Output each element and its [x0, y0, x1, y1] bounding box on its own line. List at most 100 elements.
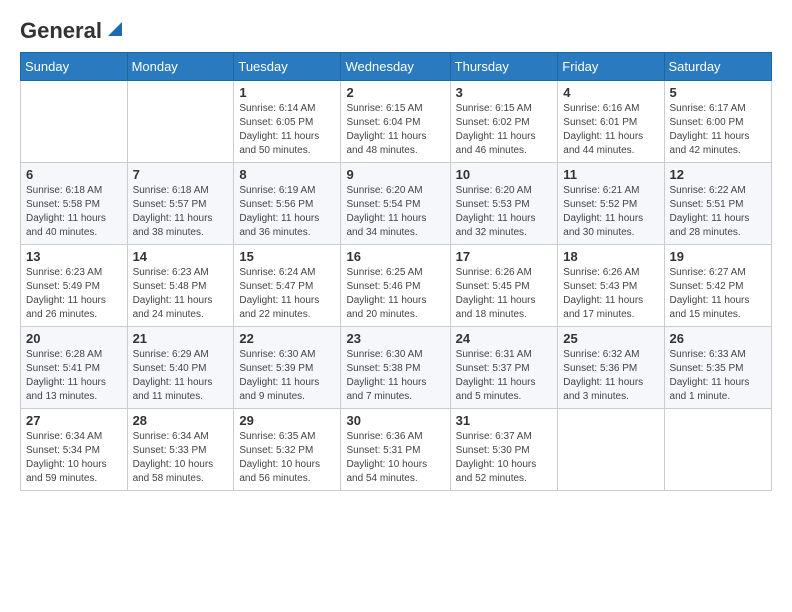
day-number: 30: [346, 413, 444, 428]
cell-content: Sunrise: 6:26 AM Sunset: 5:45 PM Dayligh…: [456, 266, 553, 322]
day-number: 19: [670, 249, 766, 264]
cell-content: Sunrise: 6:30 AM Sunset: 5:39 PM Dayligh…: [239, 348, 335, 404]
cell-content: Sunrise: 6:34 AM Sunset: 5:33 PM Dayligh…: [133, 430, 229, 486]
calendar-week-row: 6 Sunrise: 6:18 AM Sunset: 5:58 PM Dayli…: [21, 163, 772, 245]
calendar-week-row: 27 Sunrise: 6:34 AM Sunset: 5:34 PM Dayl…: [21, 409, 772, 491]
cell-content: Sunrise: 6:23 AM Sunset: 5:49 PM Dayligh…: [26, 266, 122, 322]
calendar-cell: 1 Sunrise: 6:14 AM Sunset: 6:05 PM Dayli…: [234, 81, 341, 163]
calendar-week-row: 1 Sunrise: 6:14 AM Sunset: 6:05 PM Dayli…: [21, 81, 772, 163]
calendar-day-header: Monday: [127, 53, 234, 81]
cell-content: Sunrise: 6:22 AM Sunset: 5:51 PM Dayligh…: [670, 184, 766, 240]
calendar-cell: 24 Sunrise: 6:31 AM Sunset: 5:37 PM Dayl…: [450, 327, 558, 409]
calendar-week-row: 13 Sunrise: 6:23 AM Sunset: 5:49 PM Dayl…: [21, 245, 772, 327]
calendar-cell: 26 Sunrise: 6:33 AM Sunset: 5:35 PM Dayl…: [664, 327, 771, 409]
day-number: 9: [346, 167, 444, 182]
page-header: General: [20, 20, 772, 42]
cell-content: Sunrise: 6:32 AM Sunset: 5:36 PM Dayligh…: [563, 348, 658, 404]
calendar-cell: 20 Sunrise: 6:28 AM Sunset: 5:41 PM Dayl…: [21, 327, 128, 409]
day-number: 31: [456, 413, 553, 428]
calendar-cell: 27 Sunrise: 6:34 AM Sunset: 5:34 PM Dayl…: [21, 409, 128, 491]
day-number: 27: [26, 413, 122, 428]
logo-general: General: [20, 20, 102, 42]
calendar-day-header: Thursday: [450, 53, 558, 81]
day-number: 29: [239, 413, 335, 428]
calendar-table: SundayMondayTuesdayWednesdayThursdayFrid…: [20, 52, 772, 491]
cell-content: Sunrise: 6:33 AM Sunset: 5:35 PM Dayligh…: [670, 348, 766, 404]
cell-content: Sunrise: 6:31 AM Sunset: 5:37 PM Dayligh…: [456, 348, 553, 404]
day-number: 25: [563, 331, 658, 346]
day-number: 20: [26, 331, 122, 346]
day-number: 2: [346, 85, 444, 100]
day-number: 10: [456, 167, 553, 182]
day-number: 6: [26, 167, 122, 182]
cell-content: Sunrise: 6:35 AM Sunset: 5:32 PM Dayligh…: [239, 430, 335, 486]
calendar-cell: 22 Sunrise: 6:30 AM Sunset: 5:39 PM Dayl…: [234, 327, 341, 409]
calendar-cell: 31 Sunrise: 6:37 AM Sunset: 5:30 PM Dayl…: [450, 409, 558, 491]
cell-content: Sunrise: 6:20 AM Sunset: 5:54 PM Dayligh…: [346, 184, 444, 240]
day-number: 8: [239, 167, 335, 182]
day-number: 22: [239, 331, 335, 346]
cell-content: Sunrise: 6:29 AM Sunset: 5:40 PM Dayligh…: [133, 348, 229, 404]
calendar-cell: 30 Sunrise: 6:36 AM Sunset: 5:31 PM Dayl…: [341, 409, 450, 491]
logo: General: [20, 20, 126, 42]
cell-content: Sunrise: 6:21 AM Sunset: 5:52 PM Dayligh…: [563, 184, 658, 240]
calendar-header-row: SundayMondayTuesdayWednesdayThursdayFrid…: [21, 53, 772, 81]
calendar-cell: 6 Sunrise: 6:18 AM Sunset: 5:58 PM Dayli…: [21, 163, 128, 245]
cell-content: Sunrise: 6:37 AM Sunset: 5:30 PM Dayligh…: [456, 430, 553, 486]
day-number: 13: [26, 249, 122, 264]
calendar-day-header: Wednesday: [341, 53, 450, 81]
day-number: 26: [670, 331, 766, 346]
cell-content: Sunrise: 6:15 AM Sunset: 6:02 PM Dayligh…: [456, 102, 553, 158]
cell-content: Sunrise: 6:15 AM Sunset: 6:04 PM Dayligh…: [346, 102, 444, 158]
calendar-cell: 19 Sunrise: 6:27 AM Sunset: 5:42 PM Dayl…: [664, 245, 771, 327]
calendar-day-header: Saturday: [664, 53, 771, 81]
day-number: 14: [133, 249, 229, 264]
cell-content: Sunrise: 6:14 AM Sunset: 6:05 PM Dayligh…: [239, 102, 335, 158]
calendar-cell: 3 Sunrise: 6:15 AM Sunset: 6:02 PM Dayli…: [450, 81, 558, 163]
calendar-cell: 5 Sunrise: 6:17 AM Sunset: 6:00 PM Dayli…: [664, 81, 771, 163]
cell-content: Sunrise: 6:23 AM Sunset: 5:48 PM Dayligh…: [133, 266, 229, 322]
day-number: 16: [346, 249, 444, 264]
calendar-cell: 13 Sunrise: 6:23 AM Sunset: 5:49 PM Dayl…: [21, 245, 128, 327]
logo-arrow-icon: [104, 18, 126, 40]
day-number: 12: [670, 167, 766, 182]
cell-content: Sunrise: 6:24 AM Sunset: 5:47 PM Dayligh…: [239, 266, 335, 322]
calendar-cell: 4 Sunrise: 6:16 AM Sunset: 6:01 PM Dayli…: [558, 81, 664, 163]
cell-content: Sunrise: 6:20 AM Sunset: 5:53 PM Dayligh…: [456, 184, 553, 240]
day-number: 18: [563, 249, 658, 264]
cell-content: Sunrise: 6:28 AM Sunset: 5:41 PM Dayligh…: [26, 348, 122, 404]
calendar-cell: 14 Sunrise: 6:23 AM Sunset: 5:48 PM Dayl…: [127, 245, 234, 327]
calendar-cell: 29 Sunrise: 6:35 AM Sunset: 5:32 PM Dayl…: [234, 409, 341, 491]
calendar-day-header: Friday: [558, 53, 664, 81]
cell-content: Sunrise: 6:19 AM Sunset: 5:56 PM Dayligh…: [239, 184, 335, 240]
cell-content: Sunrise: 6:30 AM Sunset: 5:38 PM Dayligh…: [346, 348, 444, 404]
calendar-cell: 7 Sunrise: 6:18 AM Sunset: 5:57 PM Dayli…: [127, 163, 234, 245]
cell-content: Sunrise: 6:25 AM Sunset: 5:46 PM Dayligh…: [346, 266, 444, 322]
day-number: 28: [133, 413, 229, 428]
calendar-cell: 2 Sunrise: 6:15 AM Sunset: 6:04 PM Dayli…: [341, 81, 450, 163]
cell-content: Sunrise: 6:18 AM Sunset: 5:57 PM Dayligh…: [133, 184, 229, 240]
calendar-cell: 16 Sunrise: 6:25 AM Sunset: 5:46 PM Dayl…: [341, 245, 450, 327]
day-number: 1: [239, 85, 335, 100]
day-number: 5: [670, 85, 766, 100]
cell-content: Sunrise: 6:18 AM Sunset: 5:58 PM Dayligh…: [26, 184, 122, 240]
day-number: 24: [456, 331, 553, 346]
calendar-week-row: 20 Sunrise: 6:28 AM Sunset: 5:41 PM Dayl…: [21, 327, 772, 409]
day-number: 23: [346, 331, 444, 346]
cell-content: Sunrise: 6:16 AM Sunset: 6:01 PM Dayligh…: [563, 102, 658, 158]
calendar-cell: 18 Sunrise: 6:26 AM Sunset: 5:43 PM Dayl…: [558, 245, 664, 327]
calendar-cell: 10 Sunrise: 6:20 AM Sunset: 5:53 PM Dayl…: [450, 163, 558, 245]
calendar-cell: [558, 409, 664, 491]
calendar-cell: 8 Sunrise: 6:19 AM Sunset: 5:56 PM Dayli…: [234, 163, 341, 245]
calendar-cell: [21, 81, 128, 163]
cell-content: Sunrise: 6:17 AM Sunset: 6:00 PM Dayligh…: [670, 102, 766, 158]
day-number: 3: [456, 85, 553, 100]
calendar-cell: 28 Sunrise: 6:34 AM Sunset: 5:33 PM Dayl…: [127, 409, 234, 491]
calendar-cell: 11 Sunrise: 6:21 AM Sunset: 5:52 PM Dayl…: [558, 163, 664, 245]
calendar-cell: 12 Sunrise: 6:22 AM Sunset: 5:51 PM Dayl…: [664, 163, 771, 245]
day-number: 7: [133, 167, 229, 182]
calendar-cell: 15 Sunrise: 6:24 AM Sunset: 5:47 PM Dayl…: [234, 245, 341, 327]
cell-content: Sunrise: 6:34 AM Sunset: 5:34 PM Dayligh…: [26, 430, 122, 486]
day-number: 4: [563, 85, 658, 100]
calendar-cell: 21 Sunrise: 6:29 AM Sunset: 5:40 PM Dayl…: [127, 327, 234, 409]
